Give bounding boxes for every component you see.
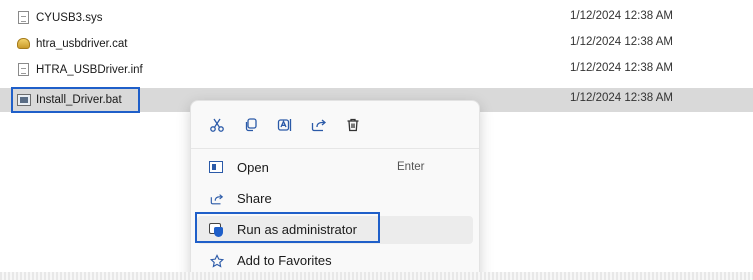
cut-icon[interactable] [207,115,227,135]
bottom-edge [0,272,753,280]
file-name-label: htra_usbdriver.cat [36,38,128,50]
file-date: 1/12/2024 12:38 AM [570,10,673,22]
delete-icon[interactable] [343,115,363,135]
context-menu: Open Enter Share Run as administrator Ad… [190,100,480,280]
file-row-cyusb3[interactable]: CYUSB3.sys 1/12/2024 12:38 AM [0,6,753,30]
file-name-label: HTRA_USBDriver.inf [36,64,143,76]
share-icon [209,192,225,206]
menu-item-label: Add to Favorites [237,253,332,268]
file-row-htra-usbdriver-inf[interactable]: HTRA_USBDriver.inf 1/12/2024 12:38 AM [0,58,753,82]
explorer-window: CYUSB3.sys 1/12/2024 12:38 AM htra_usbdr… [0,0,753,280]
menu-item-share[interactable]: Share [197,185,473,213]
file-date: 1/12/2024 12:38 AM [570,92,673,104]
open-icon [209,161,225,175]
menu-item-shortcut: Enter [397,161,425,173]
menu-item-open[interactable]: Open Enter [197,154,473,182]
star-icon [209,254,225,268]
run-as-admin-highlight [195,212,380,243]
file-name-cell: htra_usbdriver.cat [17,36,127,52]
selected-file-highlight [11,87,140,113]
file-date: 1/12/2024 12:38 AM [570,36,673,48]
copy-icon[interactable] [241,115,261,135]
security-catalog-icon [17,37,31,51]
file-name-label: CYUSB3.sys [36,12,103,24]
file-name-cell: CYUSB3.sys [17,10,102,26]
menu-separator [191,148,479,149]
quick-actions-bar [207,115,363,135]
file-row-htra-usbdriver-cat[interactable]: htra_usbdriver.cat 1/12/2024 12:38 AM [0,32,753,56]
sys-file-icon [17,11,31,25]
rename-icon[interactable] [275,115,295,135]
file-name-cell: HTRA_USBDriver.inf [17,62,143,78]
share-icon[interactable] [309,115,329,135]
menu-item-add-to-favorites[interactable]: Add to Favorites [197,247,473,275]
file-date: 1/12/2024 12:38 AM [570,62,673,74]
menu-item-label: Open [237,160,269,175]
menu-item-label: Share [237,191,272,206]
setup-info-icon [17,63,31,77]
